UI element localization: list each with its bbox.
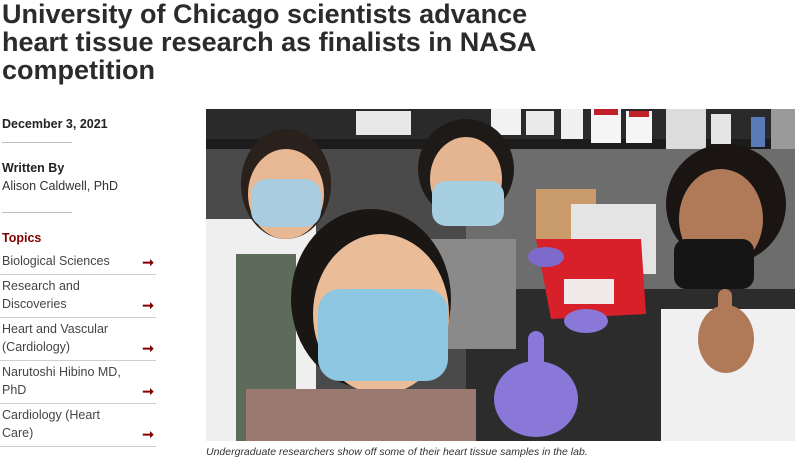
photo-caption: Undergraduate researchers show off some … bbox=[206, 446, 588, 458]
topic-link[interactable]: Cardiology (Heart Care) ➞ bbox=[0, 404, 156, 447]
topics-heading: Topics bbox=[2, 231, 42, 245]
article-title: University of Chicago scientists advance… bbox=[2, 0, 536, 85]
topic-label: Narutoshi Hibino MD, PhD bbox=[2, 365, 121, 397]
right-arrow-icon: ➞ bbox=[142, 383, 154, 399]
right-arrow-icon: ➞ bbox=[142, 340, 154, 356]
topic-label: Heart and Vascular (Cardiology) bbox=[2, 322, 109, 354]
right-arrow-icon: ➞ bbox=[142, 426, 154, 442]
topic-link[interactable]: Research and Discoveries ➞ bbox=[0, 275, 156, 318]
lab-photo bbox=[206, 109, 795, 441]
topics-list: Biological Sciences ➞ Research and Disco… bbox=[0, 250, 156, 447]
publish-date: December 3, 2021 bbox=[2, 117, 108, 131]
topic-label: Biological Sciences bbox=[2, 254, 110, 268]
right-arrow-icon: ➞ bbox=[142, 297, 154, 313]
topic-link[interactable]: Heart and Vascular (Cardiology) ➞ bbox=[0, 318, 156, 361]
divider bbox=[2, 212, 72, 213]
topic-label: Cardiology (Heart Care) bbox=[2, 408, 100, 440]
author-name: Alison Caldwell, PhD bbox=[2, 179, 119, 193]
topic-link[interactable]: Narutoshi Hibino MD, PhD ➞ bbox=[0, 361, 156, 404]
topic-label: Research and Discoveries bbox=[2, 279, 80, 311]
topic-link[interactable]: Biological Sciences ➞ bbox=[0, 250, 156, 275]
divider bbox=[2, 142, 72, 143]
right-arrow-icon: ➞ bbox=[142, 254, 154, 270]
written-by-label: Written By bbox=[2, 161, 65, 175]
lab-photo-illustration bbox=[206, 109, 795, 441]
